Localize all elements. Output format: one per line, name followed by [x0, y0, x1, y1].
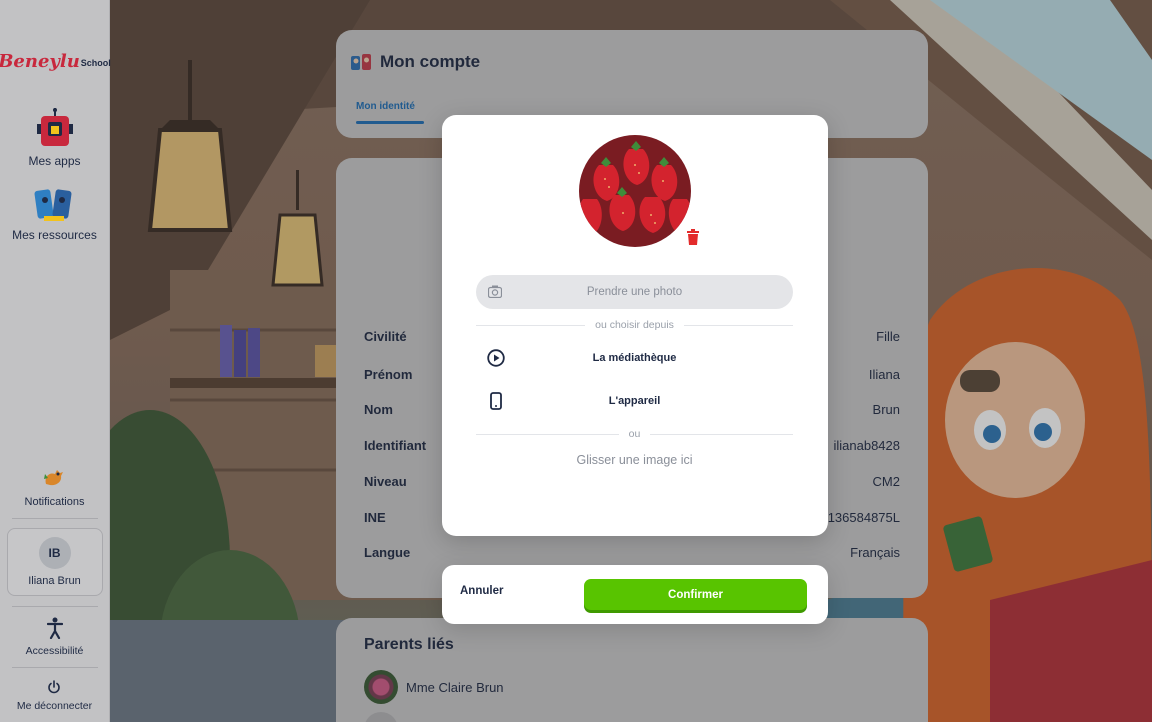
separator-or: ou [476, 427, 793, 441]
separator-choose-from: ou choisir depuis [476, 318, 794, 332]
separator-label: ou choisir depuis [595, 319, 674, 331]
sidebar-item-resources[interactable]: Mes ressources [12, 186, 97, 242]
sidebar-divider [11, 606, 98, 607]
cancel-button[interactable]: Annuler [460, 585, 503, 597]
take-photo-label: Prendre une photo [586, 286, 683, 298]
current-avatar-image [579, 135, 691, 247]
divider-line [476, 324, 586, 326]
avatar: IB [38, 537, 71, 569]
sidebar-item-apps[interactable]: Mes apps [28, 108, 81, 168]
sidebar-item-label: Mes ressources [12, 228, 97, 242]
avatar-picker-dialog: Prendre une photo ou choisir depuis La m… [442, 115, 828, 536]
separator-label: ou [628, 428, 641, 440]
logo-product: School [80, 58, 111, 68]
sidebar-item-accessibility[interactable]: Accessibilité [25, 617, 84, 657]
brand-logo[interactable]: Beneylu School [0, 40, 111, 72]
books-icon [35, 189, 72, 221]
sidebar-item-notifications[interactable]: Notifications [24, 466, 85, 508]
device-option[interactable]: L'appareil [476, 386, 793, 416]
sidebar-item-label: Mes apps [28, 154, 81, 168]
logo-brand: Beneylu [0, 51, 80, 72]
sidebar-item-label: Me déconnecter [16, 700, 93, 712]
sidebar-item-label: Notifications [24, 496, 85, 508]
sidebar-item-logout[interactable]: Me déconnecter [17, 680, 92, 712]
dialog-footer: Annuler Confirmer [442, 565, 828, 624]
accessibility-icon [46, 617, 63, 639]
divider-line [683, 324, 794, 326]
divider-line [650, 433, 793, 435]
camera-icon [488, 285, 502, 298]
media-library-option[interactable]: La médiathèque [476, 343, 793, 373]
sidebar-item-label: Accessibilité [25, 645, 84, 657]
media-library-label: La médiathèque [592, 352, 677, 364]
trash-icon[interactable] [686, 229, 700, 245]
rooster-icon [44, 470, 64, 486]
divider-line [476, 433, 619, 435]
sidebar: Beneylu School Mes apps Mes ressources N… [0, 0, 111, 722]
sidebar-divider [11, 667, 98, 668]
sidebar-divider [11, 518, 98, 519]
user-name: Iliana Brun [28, 575, 81, 587]
take-photo-button[interactable]: Prendre une photo [476, 275, 793, 309]
device-label: L'appareil [608, 395, 661, 407]
robot-icon [36, 108, 73, 146]
power-icon [48, 680, 61, 694]
image-drop-zone[interactable]: Glisser une image ici [476, 453, 793, 483]
user-profile-card[interactable]: IB Iliana Brun [6, 528, 103, 596]
confirm-button[interactable]: Confirmer [584, 579, 807, 610]
